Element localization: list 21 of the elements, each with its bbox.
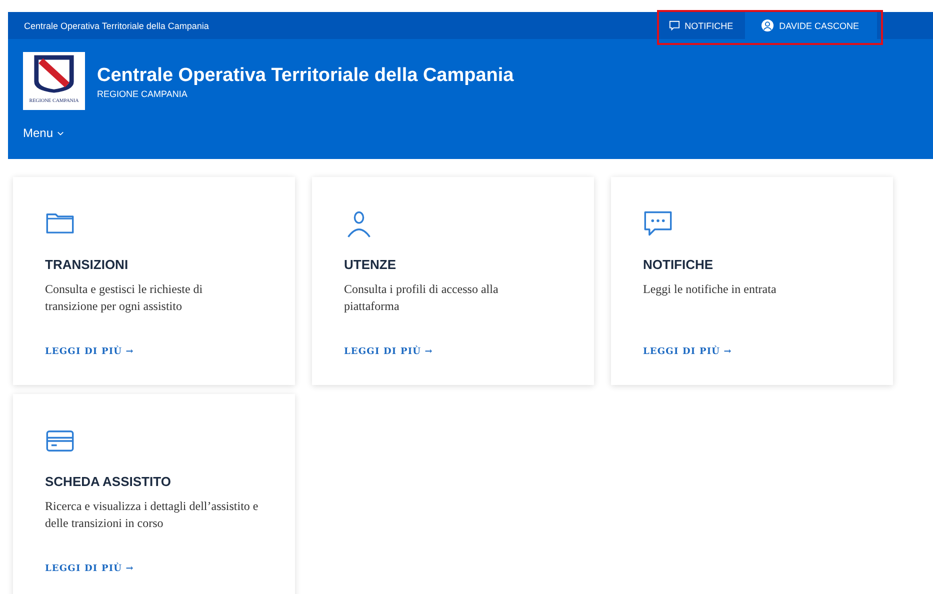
read-more-link[interactable]: LEGGI DI PIÙ → bbox=[45, 347, 134, 357]
card-description: Consulta e gestisci le richieste di transizione per ogni assistito bbox=[45, 281, 204, 315]
card-description: Ricerca e visualizza i dettagli dell’assistito e delle transizioni in corso bbox=[45, 498, 260, 532]
card-description: Leggi le notifiche in entrata bbox=[643, 281, 778, 298]
read-more-link[interactable]: LEGGI DI PIÙ → bbox=[45, 564, 134, 574]
header-title: Centrale Operativa Territoriale della Campania bbox=[97, 65, 514, 87]
menu-button[interactable]: Menu bbox=[23, 126, 64, 140]
card-title: UTENZE bbox=[344, 257, 397, 272]
chat-icon bbox=[668, 20, 680, 31]
read-more-link[interactable]: LEGGI DI PIÙ → bbox=[344, 347, 433, 357]
card-title: SCHEDA ASSISTITO bbox=[45, 474, 172, 489]
card-title: NOTIFICHE bbox=[643, 257, 714, 272]
card-title: TRANSIZIONI bbox=[45, 257, 130, 272]
card-description: Consulta i profili di accesso alla piattaforma bbox=[344, 281, 500, 315]
site-title: Centrale Operativa Territoriale della Campania bbox=[24, 20, 209, 30]
chevron-icon bbox=[57, 130, 64, 136]
avatar-icon bbox=[761, 19, 774, 32]
notifications-button[interactable]: NOTIFICHE bbox=[658, 12, 746, 39]
header-subtitle: REGIONE CAMPANIA bbox=[97, 89, 188, 99]
read-more-link[interactable]: LEGGI DI PIÙ → bbox=[643, 347, 732, 357]
user-button[interactable]: DAVIDE CASCONE bbox=[745, 12, 877, 39]
